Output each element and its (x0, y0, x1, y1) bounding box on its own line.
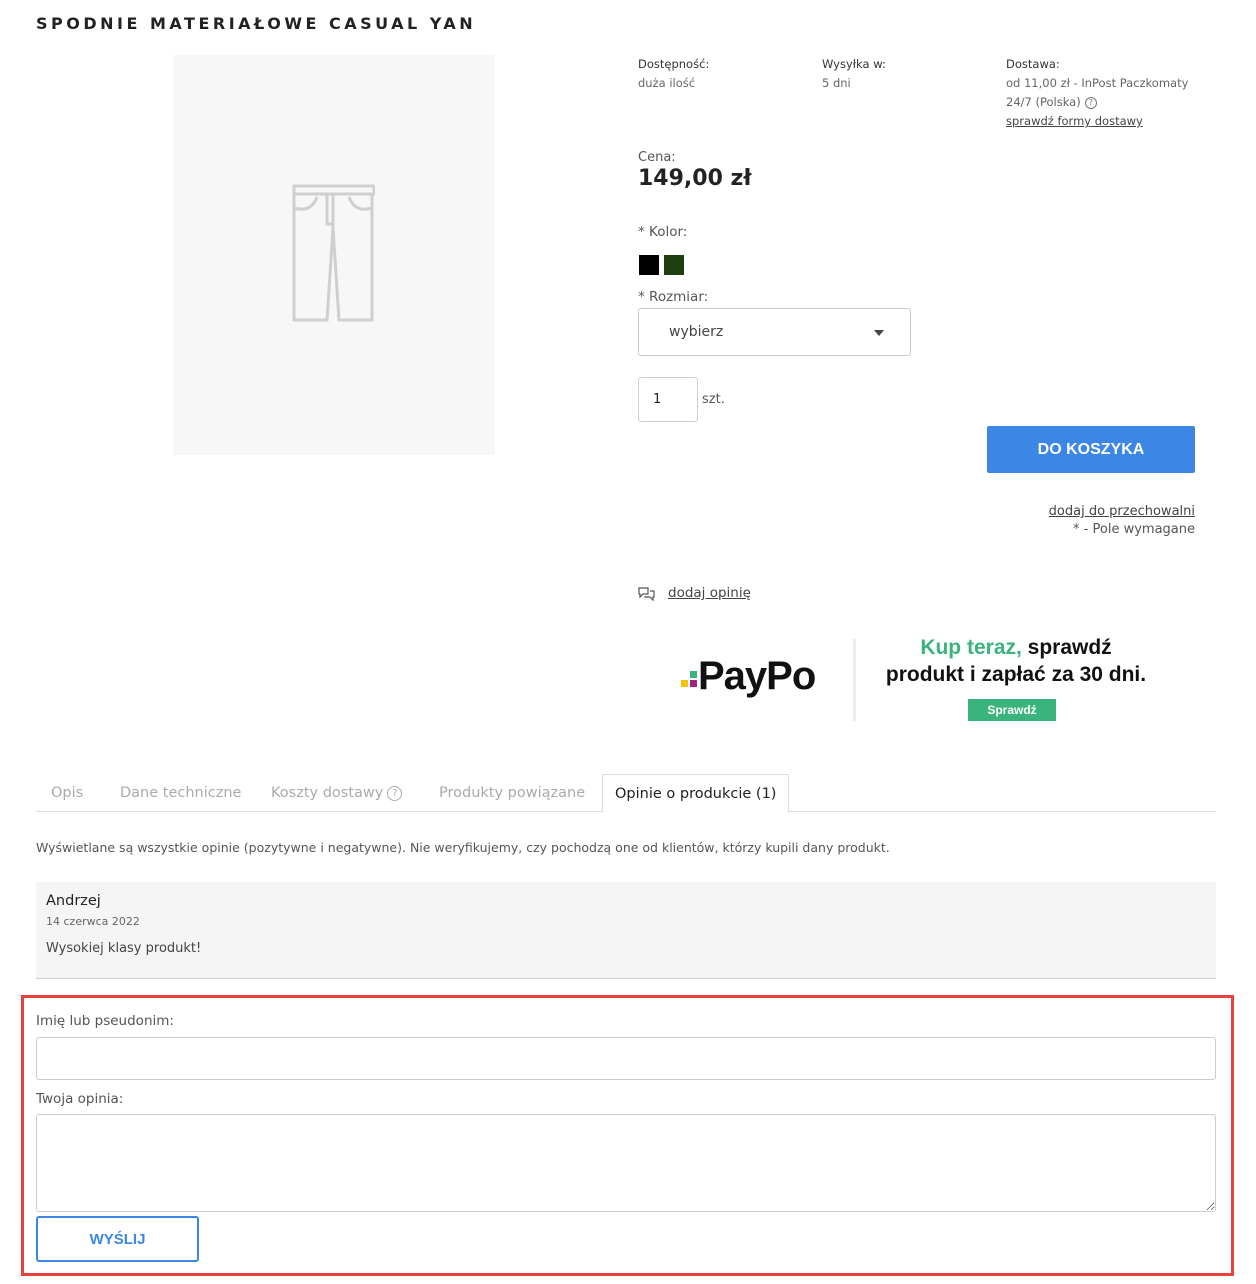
tab-reviews[interactable]: Opinie o produkcie (1) (602, 774, 790, 813)
size-label: * Rozmiar: (638, 289, 709, 305)
price-value: 149,00 zł (638, 166, 752, 191)
product-title: SPODNIE MATERIAŁOWE CASUAL YAN (36, 14, 477, 33)
price-label: Cena: (638, 150, 676, 165)
quantity-unit: szt. (702, 392, 725, 407)
color-label: * Kolor: (638, 224, 688, 240)
submit-review-button[interactable]: WYŚLIJ (36, 1216, 199, 1262)
speech-bubbles-icon (638, 587, 655, 602)
availability-label: Dostępność: (638, 57, 710, 71)
delivery-value-line2: 24/7 (Polska) (1006, 95, 1081, 109)
paypo-headline: Kup teraz, sprawdź (866, 636, 1166, 660)
tab-related-products[interactable]: Produkty powiązane (439, 774, 585, 812)
shipping-block: Wysyłka w: 5 dni (822, 55, 886, 93)
name-input[interactable] (36, 1037, 1216, 1080)
quantity-input[interactable] (638, 377, 698, 422)
product-tabs: Opis Dane techniczne Koszty dostawy? Pro… (36, 774, 1216, 813)
tab-delivery-costs-label: Koszty dostawy (271, 785, 384, 801)
tab-description[interactable]: Opis (51, 774, 83, 812)
color-swatch-black[interactable] (639, 255, 659, 275)
tab-delivery-costs[interactable]: Koszty dostawy? (271, 774, 403, 812)
opinion-textarea[interactable] (36, 1114, 1216, 1212)
availability-block: Dostępność: duża ilość (638, 55, 709, 93)
caret-down-icon (874, 330, 884, 336)
size-select-value: wybierz (669, 324, 724, 340)
shipping-value: 5 dni (822, 76, 851, 90)
review-date: 14 czerwca 2022 (46, 915, 140, 928)
paypo-banner[interactable]: PayPo Kup teraz, sprawdź produkt i zapła… (676, 636, 1176, 726)
review-text: Wysokiej klasy produkt! (46, 941, 202, 956)
paypo-headline-rest: sprawdź (1021, 636, 1112, 659)
paypo-squares-icon (681, 671, 697, 687)
delivery-label: Dostawa: (1006, 57, 1060, 71)
delivery-value-line1: od 11,00 zł - InPost Paczkomaty (1006, 76, 1189, 90)
add-review-link[interactable]: dodaj opinię (668, 585, 751, 601)
shipping-label: Wysyłka w: (822, 57, 886, 71)
reviews-note: Wyświetlane są wszystkie opinie (pozytyw… (36, 840, 890, 855)
opinion-field-label: Twoja opinia: (36, 1091, 124, 1107)
name-field-label: Imię lub pseudonim: (36, 1013, 174, 1029)
review-item: Andrzej 14 czerwca 2022 Wysokiej klasy p… (36, 882, 1216, 979)
tab-technical-data[interactable]: Dane techniczne (120, 774, 241, 812)
availability-value: duża ilość (638, 76, 696, 90)
color-swatch-dark-green[interactable] (664, 255, 684, 275)
size-select[interactable]: wybierz (638, 308, 911, 356)
delivery-block: Dostawa: od 11,00 zł - InPost Paczkomaty… (1006, 55, 1188, 131)
product-image[interactable] (173, 55, 495, 455)
paypo-logo-text: PayPo (698, 654, 816, 698)
help-icon: ? (387, 785, 403, 801)
help-icon[interactable]: ? (1084, 96, 1097, 109)
add-to-cart-button[interactable]: DO KOSZYKA (987, 426, 1195, 473)
trousers-icon (292, 184, 375, 322)
add-to-storage-link[interactable]: dodaj do przechowalni (1049, 504, 1195, 519)
paypo-headline-green: Kup teraz, (920, 636, 1022, 659)
paypo-logo: PayPo (676, 654, 816, 702)
paypo-check-button[interactable]: Sprawdź (968, 699, 1056, 721)
paypo-subline: produkt i zapłać za 30 dni. (885, 663, 1147, 686)
review-author: Andrzej (46, 893, 101, 909)
required-note: * - Pole wymagane (1073, 522, 1195, 537)
delivery-options-link[interactable]: sprawdź formy dostawy (1006, 112, 1188, 131)
